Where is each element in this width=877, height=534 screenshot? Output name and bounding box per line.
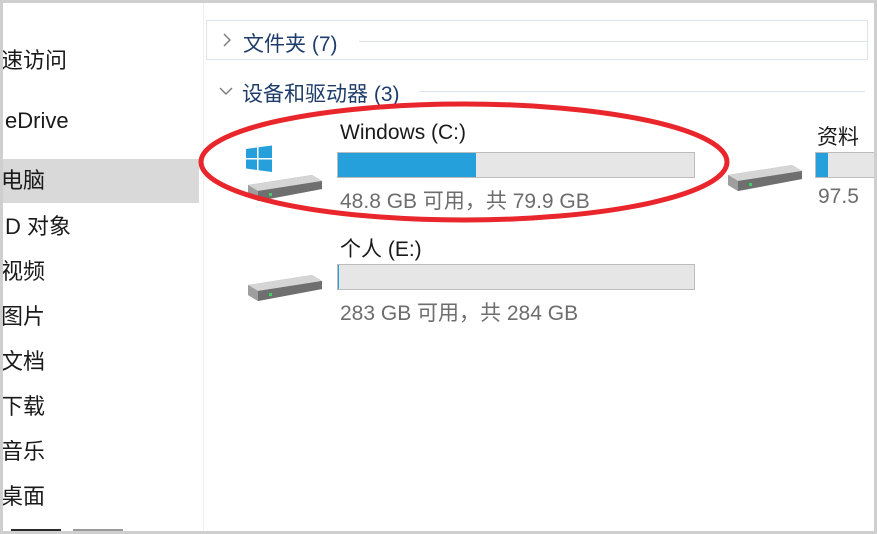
nav-item-label: 文档 [3,349,46,374]
navigation-pane: 速访问 eDrive 电脑 D 对象 视频 图片 文档 下载 音乐 桌面 [3,3,203,531]
group-title: 文件夹 (7) [243,33,338,56]
explorer-window: 速访问 eDrive 电脑 D 对象 视频 图片 文档 下载 音乐 桌面 文件夹… [0,0,877,534]
chevron-down-icon [219,87,233,95]
nav-item-label: 音乐 [3,439,46,464]
nav-item-label: eDrive [5,108,69,133]
windows-logo-icon [246,145,272,172]
drive-free-space: 283 GB 可用，共 284 GB [340,302,579,325]
nav-item-label: 桌面 [3,484,46,509]
hard-drive-icon [248,275,322,301]
nav-item-quick-access[interactable]: 速访问 [3,39,199,83]
drive-name: 资料 [817,126,859,149]
drive-usage-fill [338,265,340,289]
nav-item-3d-objects[interactable]: D 对象 [3,205,199,249]
drive-usage-bar [815,152,874,178]
group-title: 设备和驱动器 (3) [242,83,400,106]
content-pane: 文件夹 (7) 设备和驱动器 (3) Windows (C:) 48.8 GB … [198,3,874,531]
drive-usage-bar [337,152,695,178]
nav-item-desktop[interactable]: 桌面 [3,475,199,519]
nav-item-label: 下载 [3,394,46,419]
nav-item-documents[interactable]: 文档 [3,340,199,384]
nav-item-videos[interactable]: 视频 [3,250,199,294]
nav-item-label: D 对象 [5,214,72,239]
nav-item-label: 速访问 [3,48,68,73]
drive-tile-e[interactable]: 个人 (E:) 283 GB 可用，共 284 GB [242,227,702,327]
nav-item-pictures[interactable]: 图片 [3,295,199,339]
nav-item-onedrive[interactable]: eDrive [3,99,199,143]
drive-usage-bar [337,264,695,290]
chevron-right-icon [223,33,231,47]
hard-drive-icon [728,165,802,191]
group-header-drives[interactable]: 设备和驱动器 (3) [204,73,874,109]
group-rule [359,41,867,42]
hard-drive-icon [246,145,322,201]
group-header-folders[interactable]: 文件夹 (7) [206,20,868,60]
nav-item-downloads[interactable]: 下载 [3,385,199,429]
nav-item-this-pc[interactable]: 电脑 [3,159,199,203]
drive-free-space: 97.5 [818,185,859,208]
nav-item-label: 视频 [3,259,46,284]
drive-name: Windows (C:) [340,121,467,144]
nav-item-label: 图片 [3,304,46,329]
drive-usage-fill [338,153,477,177]
nav-item-label: 电脑 [3,168,46,193]
nav-item-music[interactable]: 音乐 [3,430,199,474]
drive-tile-data[interactable]: 资料 97.5 [722,115,874,215]
group-rule [419,91,865,92]
drive-free-space: 48.8 GB 可用，共 79.9 GB [340,190,590,213]
drive-tile-c[interactable]: Windows (C:) 48.8 GB 可用，共 79.9 GB [242,115,702,215]
nav-item-partial [3,527,143,531]
drive-name: 个人 (E:) [340,238,422,261]
drive-usage-fill [816,153,828,177]
